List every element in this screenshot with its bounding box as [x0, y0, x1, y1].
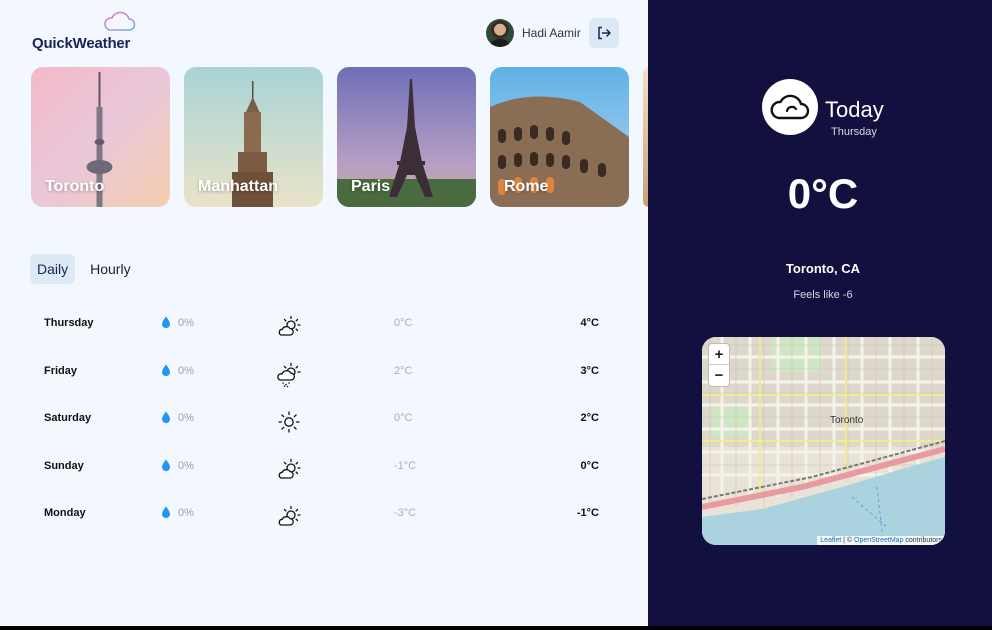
- tab-daily[interactable]: Daily: [30, 254, 76, 284]
- city-name: Toronto: [45, 178, 105, 195]
- sun-icon: [278, 411, 300, 433]
- zoom-out-button[interactable]: −: [709, 365, 729, 386]
- city-carousel[interactable]: Toronto Manhattan Paris Rome: [31, 67, 648, 207]
- city-card-manhattan[interactable]: Manhattan: [184, 67, 323, 207]
- raindrop-icon: [162, 459, 170, 471]
- map-zoom-control: + −: [708, 343, 730, 387]
- forecast-day: Thursday: [44, 317, 94, 329]
- forecast-row: Monday 0% -3°C -1°C: [30, 490, 610, 538]
- precip-chance: 0%: [178, 459, 194, 472]
- forecast-day: Monday: [44, 507, 86, 519]
- city-name: Manhattan: [198, 178, 278, 195]
- today-day: Thursday: [831, 126, 877, 138]
- raindrop-icon: [162, 411, 170, 423]
- attribution-suffix: contributors: [903, 537, 942, 544]
- temp-high: 0°C: [580, 459, 599, 472]
- logout-icon: [597, 26, 611, 40]
- temp-high: -1°C: [576, 507, 599, 519]
- forecast-day: Sunday: [44, 459, 84, 472]
- main-panel: QuickWeather Hadi Aamir Toronto Manhatta…: [0, 0, 648, 626]
- partly-cloudy-day-icon: [278, 315, 301, 336]
- precip-chance: 0%: [178, 317, 194, 329]
- snow-partly-cloudy-icon: [277, 362, 301, 387]
- current-temperature: 0°C: [787, 170, 859, 217]
- temp-high: 3°C: [580, 364, 599, 377]
- user-name: Hadi Aamir: [522, 26, 581, 40]
- location-map[interactable]: + − Toronto Leaflet | © OpenStreetMap co…: [702, 337, 945, 545]
- city-card-toronto[interactable]: Toronto: [31, 67, 170, 207]
- temp-high: 4°C: [580, 317, 599, 329]
- city-name: Paris: [351, 178, 391, 195]
- temp-low: 0°C: [394, 412, 413, 424]
- leaflet-link[interactable]: Leaflet: [820, 537, 841, 544]
- avatar[interactable]: [486, 19, 514, 47]
- precip-chance: 0%: [178, 412, 194, 424]
- temp-low: 2°C: [394, 364, 413, 377]
- forecast-row: Thursday 0% 0°C 4°C: [30, 300, 610, 348]
- tab-hourly[interactable]: Hourly: [83, 254, 137, 284]
- raindrop-icon: [162, 506, 170, 518]
- forecast-day: Friday: [44, 364, 78, 377]
- attribution-separator: | ©: [841, 537, 855, 544]
- temp-high: 2°C: [580, 412, 599, 424]
- forecast-row: Friday 0% 2°C 3°C: [30, 348, 610, 396]
- map-attribution: Leaflet | © OpenStreetMap contributors: [817, 536, 945, 545]
- precip-chance: 0%: [178, 364, 194, 377]
- raindrop-icon: [162, 364, 170, 376]
- openstreetmap-link[interactable]: OpenStreetMap: [854, 537, 903, 544]
- precip-chance: 0%: [178, 507, 194, 519]
- forecast-list: Thursday 0% 0°C 4°C Friday 0% 2°C 3°C Sa…: [30, 300, 610, 538]
- app-logo[interactable]: QuickWeather: [32, 10, 142, 54]
- raindrop-icon: [162, 316, 170, 328]
- temp-low: -1°C: [394, 459, 417, 472]
- forecast-row: Saturday 0% 0°C 2°C: [30, 395, 610, 443]
- forecast-tabs: Daily Hourly: [30, 254, 146, 284]
- feels-like: Feels like -6: [793, 289, 853, 301]
- city-name: Rome: [504, 178, 549, 195]
- today-title: Today: [825, 97, 884, 122]
- today-panel: Today Thursday 0°C Toronto, CA Feels lik…: [648, 0, 992, 626]
- cloud-icon: [770, 94, 810, 120]
- temp-low: 0°C: [394, 317, 413, 329]
- city-card-paris[interactable]: Paris: [337, 67, 476, 207]
- partly-cloudy-day-icon: [278, 458, 301, 479]
- zoom-in-button[interactable]: +: [709, 344, 729, 365]
- map-city-label: Toronto: [830, 415, 864, 426]
- today-weather-badge: [762, 79, 818, 135]
- logo-cloud-icon: [104, 11, 136, 31]
- location-name: Toronto, CA: [785, 261, 861, 276]
- city-card-rome[interactable]: Rome: [490, 67, 629, 207]
- temp-low: -3°C: [394, 507, 417, 519]
- user-menu: Hadi Aamir: [486, 18, 619, 48]
- logout-button[interactable]: [588, 18, 619, 48]
- map-tiles[interactable]: [702, 337, 945, 545]
- app-name: QuickWeather: [32, 35, 131, 52]
- partly-cloudy-day-icon: [278, 505, 301, 526]
- forecast-day: Saturday: [44, 412, 92, 424]
- forecast-row: Sunday 0% -1°C 0°C: [30, 443, 610, 491]
